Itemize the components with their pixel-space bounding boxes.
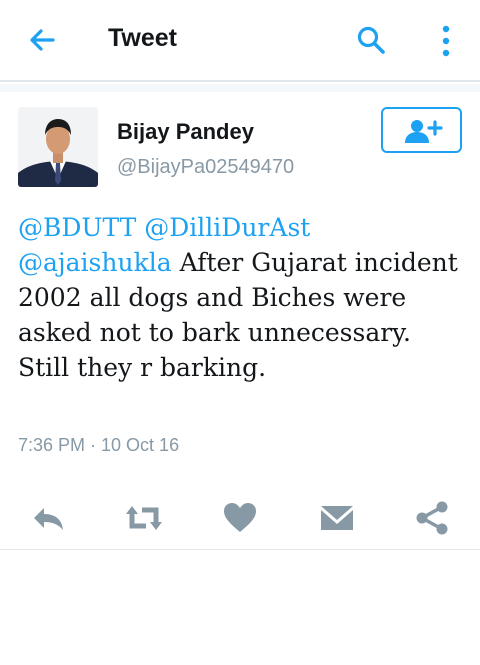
arrow-left-icon[interactable] bbox=[26, 24, 58, 56]
mention-link[interactable]: @BDUTT bbox=[18, 213, 136, 242]
mention-link[interactable]: @DilliDurAst bbox=[144, 213, 310, 242]
like-icon[interactable] bbox=[220, 500, 260, 536]
tweet-text: @BDUTT @DilliDurAst @ajaishukla After Gu… bbox=[18, 210, 468, 385]
section-gap bbox=[0, 84, 480, 92]
share-icon[interactable] bbox=[412, 500, 452, 536]
mention-link[interactable]: @ajaishukla bbox=[18, 248, 172, 277]
top-app-bar: Tweet bbox=[0, 0, 480, 82]
follow-button[interactable] bbox=[381, 107, 462, 153]
author-name[interactable]: Bijay Pandey bbox=[117, 119, 254, 145]
direct-message-icon[interactable] bbox=[317, 500, 357, 536]
page-title: Tweet bbox=[108, 24, 177, 52]
tweet-card: Bijay Pandey @BijayPa02549470 @BDUTT @Di… bbox=[0, 92, 480, 550]
tweet-actions bbox=[0, 492, 480, 542]
more-vertical-icon[interactable] bbox=[436, 24, 456, 58]
retweet-icon[interactable] bbox=[124, 500, 164, 536]
tweet-timestamp: 7:36 PM · 10 Oct 16 bbox=[18, 435, 180, 455]
avatar[interactable] bbox=[18, 107, 98, 187]
reply-icon[interactable] bbox=[28, 500, 68, 536]
add-user-icon bbox=[405, 120, 443, 143]
author-handle[interactable]: @BijayPa02549470 bbox=[117, 156, 294, 179]
search-icon[interactable] bbox=[355, 24, 387, 56]
